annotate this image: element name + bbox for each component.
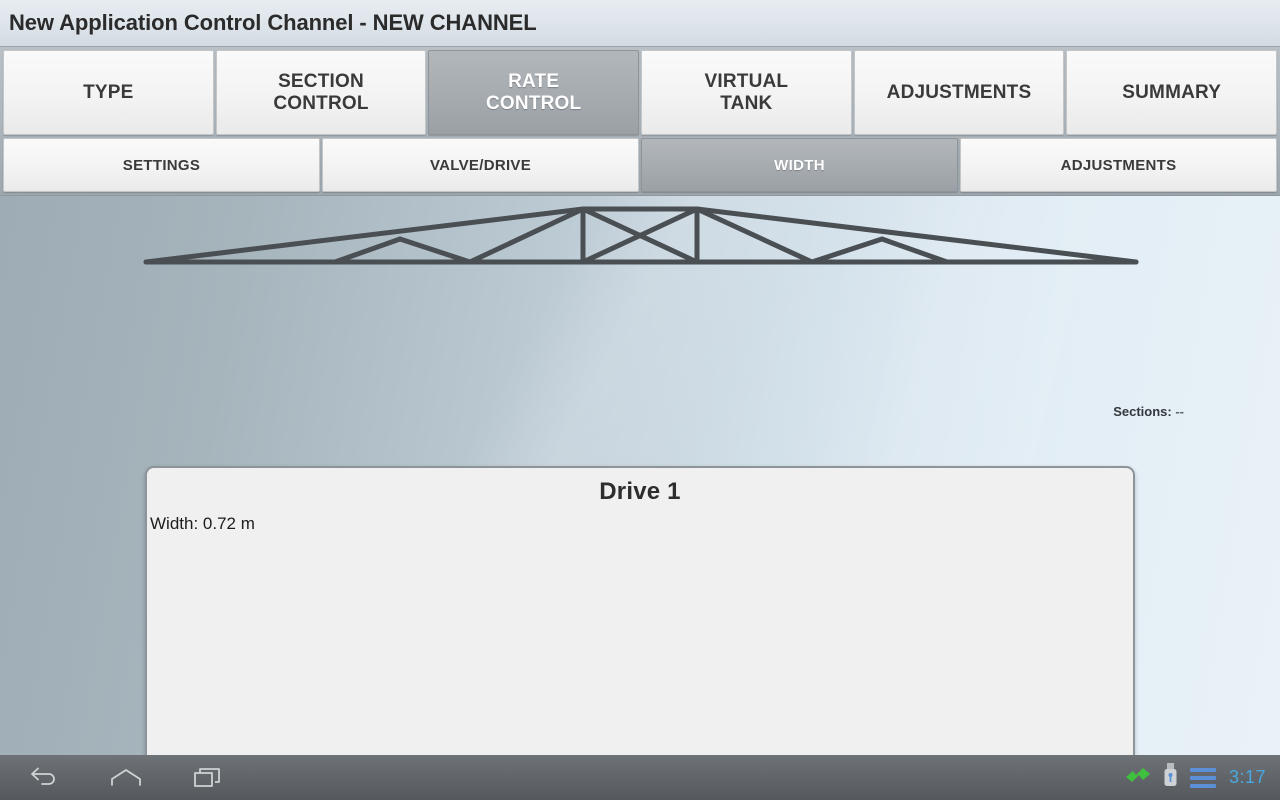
primary-tab-row: TYPE SECTION CONTROL RATE CONTROL VIRTUA… [2,50,1278,135]
subtab-settings-label: SETTINGS [122,156,201,174]
window-title-bar: New Application Control Channel - NEW CH… [0,0,1280,47]
android-home-icon[interactable] [104,761,148,795]
tab-rate-control[interactable]: RATE CONTROL [428,50,640,135]
subtab-width[interactable]: WIDTH [641,138,958,192]
tab-virtual-tank[interactable]: VIRTUAL TANK [641,50,852,135]
content-area: Sections: -- Drive 1 Width: 0.72 m Back … [0,195,1280,755]
tab-rate-control-label-line1: RATE [508,70,560,92]
tab-adjustments[interactable]: ADJUSTMENTS [853,50,1065,135]
drive-width-value: Width: 0.72 m [150,514,255,533]
tab-summary[interactable]: SUMMARY [1066,50,1278,135]
sections-readout: Sections: -- [1113,404,1184,419]
tab-type[interactable]: TYPE [3,50,214,135]
hamburger-menu-icon[interactable] [1189,767,1216,788]
usb-storage-icon [1164,763,1177,792]
tab-rate-control-label-line2: CONTROL [486,92,582,114]
tab-virtual-tank-label-line2: TANK [720,92,773,114]
subtab-adjustments-label: ADJUSTMENTS [1060,156,1177,174]
tab-adjustments-label: ADJUSTMENTS [886,81,1032,103]
tab-section-control[interactable]: SECTION CONTROL [215,50,427,135]
tab-summary-label: SUMMARY [1122,81,1222,103]
tab-strip: TYPE SECTION CONTROL RATE CONTROL VIRTUA… [0,47,1280,195]
subtab-width-label: WIDTH [774,156,825,174]
android-system-bar: 3:17 [0,755,1280,800]
drive-panel: Drive 1 Width: 0.72 m [145,466,1135,755]
android-back-icon[interactable] [22,761,66,795]
page-title: New Application Control Channel - NEW CH… [9,10,537,35]
drive-panel-title: Drive 1 [599,478,681,505]
tab-type-label: TYPE [83,81,134,103]
usb-debug-icon [1125,766,1151,789]
boom-truss-icon [143,206,1139,265]
tab-virtual-tank-label-line1: VIRTUAL [704,70,789,92]
android-status-group: 3:17 [1125,763,1280,792]
android-recents-icon[interactable] [186,761,230,795]
subtab-adjustments[interactable]: ADJUSTMENTS [960,138,1277,192]
application-window: New Application Control Channel - NEW CH… [0,0,1280,800]
subtab-valve-drive[interactable]: VALVE/DRIVE [322,138,639,192]
sections-value: -- [1175,404,1184,419]
status-clock: 3:17 [1228,767,1266,787]
android-nav-group [22,761,230,795]
tab-section-control-label-line1: SECTION [278,70,364,92]
subtab-settings[interactable]: SETTINGS [3,138,320,192]
secondary-tab-row: SETTINGS VALVE/DRIVE WIDTH ADJUSTMENTS [2,138,1278,192]
tab-section-control-label-line2: CONTROL [273,92,369,114]
sections-label-text: Sections: [1113,404,1172,419]
subtab-valve-drive-label: VALVE/DRIVE [429,156,532,174]
